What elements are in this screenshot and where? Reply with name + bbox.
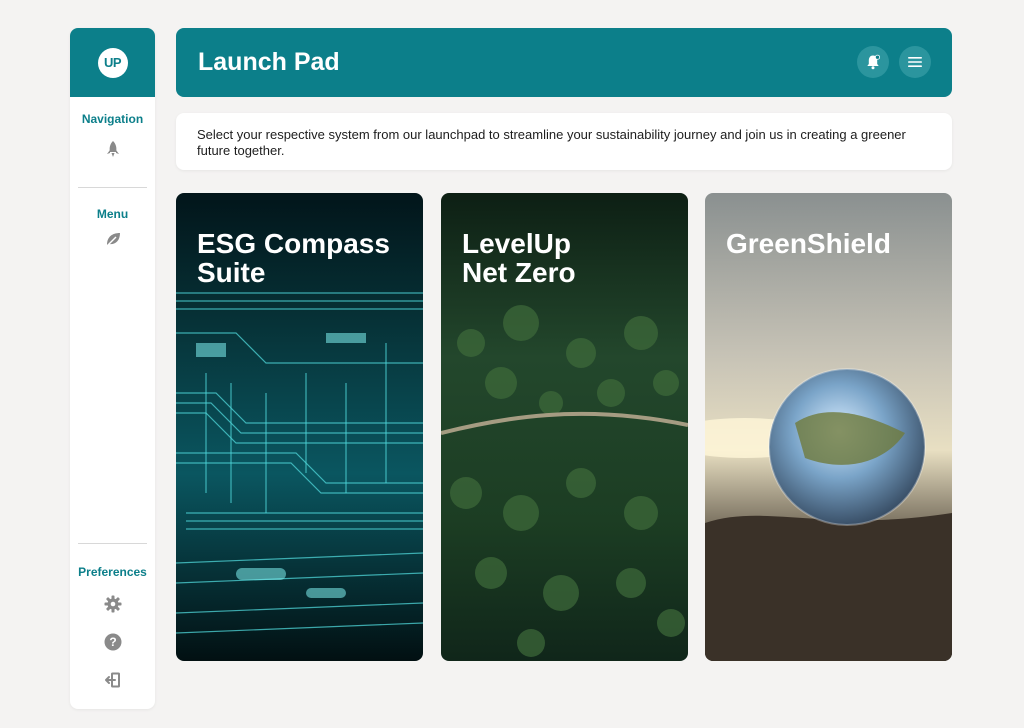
sidebar-divider: [78, 187, 147, 188]
card-greenshield[interactable]: GreenShield: [705, 193, 952, 661]
card-title: GreenShield: [726, 228, 891, 259]
sidebar: UP Navigation Menu Preferences ?: [70, 28, 155, 709]
card-esg-compass-suite[interactable]: ESG Compass Suite: [176, 193, 423, 661]
menu-button[interactable]: [899, 46, 931, 78]
notification-button[interactable]: [857, 46, 889, 78]
intro-text: Select your respective system from our l…: [197, 127, 906, 158]
gear-icon[interactable]: [104, 595, 122, 613]
header-bar: Launch Pad: [176, 28, 952, 97]
logo-text: UP: [103, 55, 122, 70]
leaf-icon[interactable]: [104, 230, 122, 248]
crystal-globe-image: [705, 193, 952, 661]
hamburger-menu-icon: [908, 57, 922, 67]
notification-bell-icon: [867, 54, 880, 70]
preferences-title: Preferences: [78, 565, 147, 579]
rocket-icon[interactable]: [104, 140, 122, 158]
svg-text:?: ?: [109, 635, 116, 649]
intro-panel: Select your respective system from our l…: [176, 113, 952, 170]
card-levelup-net-zero[interactable]: LevelUp Net Zero: [441, 193, 688, 661]
card-title: ESG Compass Suite: [197, 228, 390, 288]
logo: UP: [97, 47, 128, 78]
logo-block[interactable]: UP: [70, 28, 155, 97]
menu-title: Menu: [96, 207, 129, 221]
navigation-section: Navigation: [70, 112, 155, 158]
menu-section: Menu: [70, 207, 155, 248]
navigation-title: Navigation: [81, 112, 144, 126]
help-icon[interactable]: ?: [104, 633, 122, 651]
card-title: LevelUp Net Zero: [462, 228, 576, 288]
logout-icon[interactable]: [104, 671, 122, 689]
sidebar-divider: [78, 543, 147, 544]
page-title: Launch Pad: [198, 48, 340, 76]
preferences-section: Preferences ?: [70, 565, 155, 689]
